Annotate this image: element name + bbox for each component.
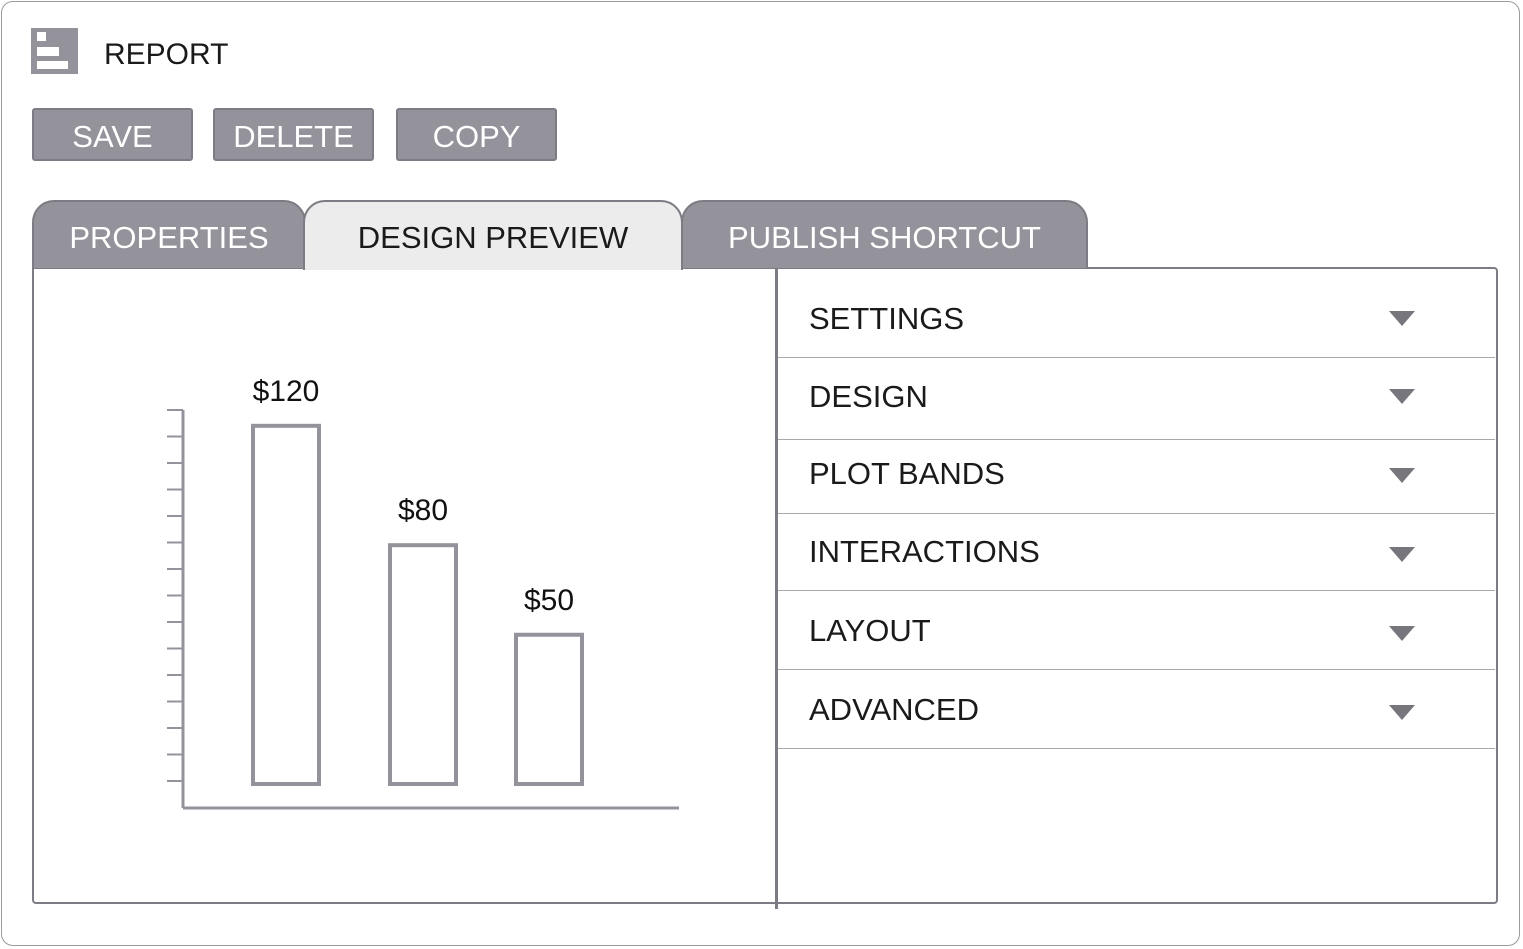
chart-bar xyxy=(251,423,321,786)
accordion-settings[interactable]: SETTINGS xyxy=(778,268,1495,358)
report-icon xyxy=(31,28,78,74)
accordion-label-design: DESIGN xyxy=(809,379,928,414)
bar-chart: $120 $80 $50 xyxy=(167,375,679,810)
tab-properties[interactable]: PROPERTIES xyxy=(32,200,306,268)
delete-button[interactable]: DELETE xyxy=(213,108,374,161)
chart-bar xyxy=(388,543,458,786)
accordion-label-plot-bands: PLOT BANDS xyxy=(809,456,1005,491)
accordion-layout[interactable]: LAYOUT xyxy=(778,591,1495,670)
tab-publish-shortcut[interactable]: PUBLISH SHORTCUT xyxy=(681,200,1088,268)
chevron-down-icon[interactable] xyxy=(1389,468,1415,483)
chart-data-label: $80 xyxy=(398,494,448,527)
save-button[interactable]: SAVE xyxy=(32,108,193,161)
accordion-label-layout: LAYOUT xyxy=(809,613,931,648)
tab-design-preview[interactable]: DESIGN PREVIEW xyxy=(303,200,683,270)
chart-data-label: $50 xyxy=(524,584,574,617)
copy-button[interactable]: COPY xyxy=(396,108,557,161)
chevron-down-icon[interactable] xyxy=(1389,705,1415,720)
chevron-down-icon[interactable] xyxy=(1389,311,1415,326)
accordion-advanced[interactable]: ADVANCED xyxy=(778,670,1495,749)
accordion-label-settings: SETTINGS xyxy=(809,301,965,336)
accordion-label-interactions: INTERACTIONS xyxy=(809,534,1040,569)
page-title: REPORT xyxy=(104,38,229,71)
chevron-down-icon[interactable] xyxy=(1389,547,1415,562)
chevron-down-icon[interactable] xyxy=(1389,389,1415,404)
chart-data-label: $120 xyxy=(253,375,320,408)
chart-bar xyxy=(514,632,584,787)
accordion-interactions[interactable]: INTERACTIONS xyxy=(778,514,1495,591)
accordion-label-advanced: ADVANCED xyxy=(809,692,979,727)
chevron-down-icon[interactable] xyxy=(1389,626,1415,641)
accordion-plot-bands[interactable]: PLOT BANDS xyxy=(778,440,1495,514)
y-axis-ticks xyxy=(167,409,183,782)
accordion-design[interactable]: DESIGN xyxy=(778,358,1495,440)
